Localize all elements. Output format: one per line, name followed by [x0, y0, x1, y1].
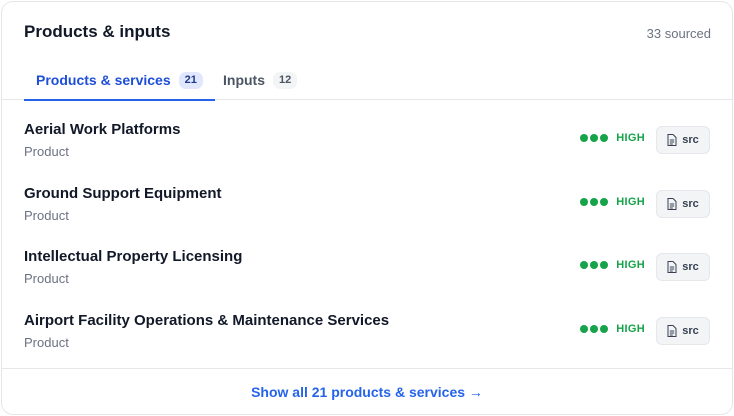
confidence-dot-icon: [580, 261, 589, 269]
tab-label: Inputs: [223, 72, 265, 88]
source-label: src: [682, 134, 699, 146]
show-all-link[interactable]: Show all 21 products & services →: [251, 384, 483, 400]
confidence-dot-icon: [580, 134, 589, 142]
confidence-dot-icon: [590, 197, 599, 206]
document-icon: [667, 261, 677, 273]
item-name: Aerial Work Platforms: [24, 121, 181, 138]
tab-count-badge: 21: [178, 71, 203, 89]
item-name: Ground Support Equipment: [24, 184, 222, 202]
source-button[interactable]: src: [656, 316, 710, 345]
source-button[interactable]: src: [656, 189, 710, 218]
confidence-label: HIGH: [616, 195, 645, 208]
tab-bar: Products & services 21 Inputs 12: [2, 60, 732, 101]
item-name: Airport Facility Operations & Maintenanc…: [24, 311, 390, 329]
confidence-dot-icon: [600, 134, 609, 142]
document-icon: [667, 324, 677, 337]
item-name: Intellectual Property Licensing: [24, 248, 243, 265]
tab-inputs[interactable]: Inputs 12: [211, 60, 309, 100]
confidence-indicator: HIGH: [580, 259, 645, 271]
confidence-label: HIGH: [616, 132, 645, 144]
confidence-indicator: HIGH: [580, 323, 645, 335]
tab-count-badge: 12: [273, 71, 298, 89]
list-item: Aerial Work Platforms Product HIGH src: [2, 101, 732, 165]
confidence-dot-icon: [590, 134, 599, 142]
item-type: Product: [24, 271, 69, 286]
list-item: Airport Facility Operations & Maintenanc…: [2, 292, 732, 356]
source-label: src: [682, 261, 699, 273]
confidence-label: HIGH: [616, 259, 645, 271]
confidence-dot-icon: [590, 324, 599, 333]
confidence-dot-icon: [580, 324, 589, 333]
confidence-dot-icon: [600, 324, 609, 333]
confidence-indicator: HIGH: [580, 196, 645, 208]
confidence-indicator: HIGH: [580, 132, 645, 144]
card-header: Products & inputs 33 sourced: [2, 2, 732, 62]
source-button[interactable]: src: [656, 126, 710, 154]
tab-products-services[interactable]: Products & services 21: [24, 60, 215, 101]
document-icon: [667, 197, 677, 210]
card-footer: Show all 21 products & services →: [2, 368, 732, 414]
confidence-dot-icon: [600, 197, 609, 206]
tab-label: Products & services: [36, 72, 171, 88]
product-list: Aerial Work Platforms Product HIGH src G…: [2, 101, 732, 355]
item-type: Product: [24, 334, 69, 350]
document-icon: [667, 134, 677, 146]
confidence-dot-icon: [590, 261, 599, 269]
list-item: Ground Support Equipment Product HIGH sr…: [2, 165, 732, 229]
item-type: Product: [24, 144, 69, 159]
source-label: src: [682, 324, 699, 337]
confidence-dot-icon: [580, 197, 589, 206]
source-button[interactable]: src: [656, 253, 710, 281]
confidence-dot-icon: [600, 261, 609, 269]
item-type: Product: [24, 207, 69, 223]
source-label: src: [682, 197, 699, 210]
card-title: Products & inputs: [24, 22, 171, 41]
list-item: Intellectual Property Licensing Product …: [2, 228, 732, 292]
confidence-label: HIGH: [616, 322, 645, 335]
products-inputs-card: Products & inputs 33 sourced Products & …: [1, 1, 733, 415]
sourced-count: 33 sourced: [646, 26, 711, 41]
